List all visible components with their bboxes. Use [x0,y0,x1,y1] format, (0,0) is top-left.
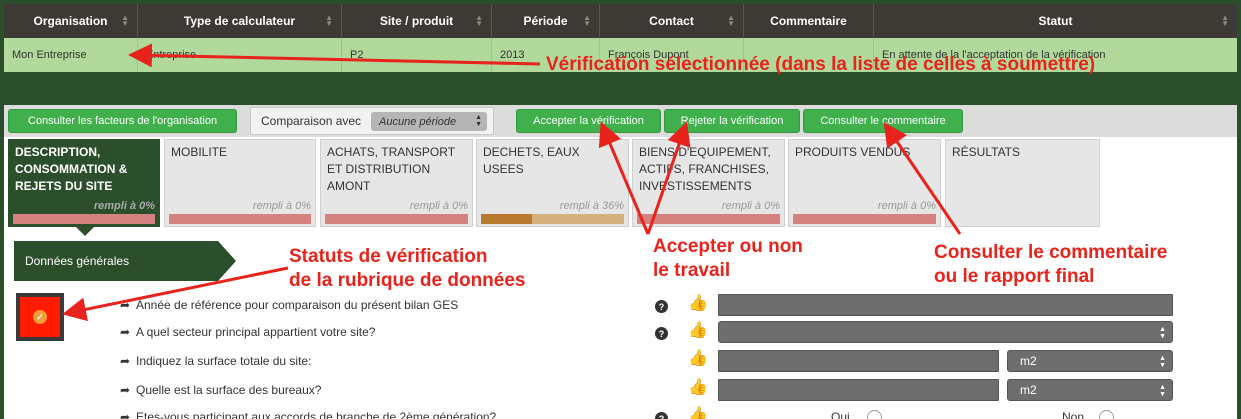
select-arrow-icon: ▲ ▼ [1159,384,1166,398]
question-5: ➦ Etes-vous participant aux accords de br… [120,410,496,419]
annotation-comment: Consulter le commentaire ou le rapport f… [934,242,1168,287]
progress-bar [325,214,468,224]
compare-label: Comparaison avec [261,114,362,128]
progress-fill [481,214,533,224]
sort-icon[interactable]: ▲ ▼ [1221,14,1229,28]
sort-icon[interactable]: ▲ ▼ [727,14,735,28]
question-1: ➦ Année de référence pour comparaison du … [120,298,459,312]
compare-group: Comparaison avec Aucune période ▲ ▼ [250,107,494,135]
thumbs-up-icon[interactable]: 👍 [688,408,708,419]
category-mobilite[interactable]: MOBILITE rempli à 0% [164,139,316,227]
surface-bureaux-input[interactable] [718,379,999,401]
question-2: ➦ A quel secteur principal appartient vot… [120,325,376,339]
progress-bar [637,214,780,224]
surface-total-unit-select[interactable]: m2 ▲ ▼ [1007,350,1173,372]
radio-yes-label: Oui [831,410,850,419]
annotation-accept: Accepter ou non le travail [653,236,803,281]
separator-strip [0,72,1241,105]
progress-bar [481,214,624,224]
col-organisation[interactable]: Organisation ▲ ▼ [4,4,138,38]
surface-bureaux-unit-select[interactable]: m2 ▲ ▼ [1007,379,1173,401]
help-icon[interactable]: ? [655,327,668,340]
sector-select[interactable]: ▲ ▼ [718,321,1173,343]
category-resultats[interactable]: RÉSULTATS [945,139,1100,227]
thumbs-up-icon[interactable]: 👍 [688,296,708,312]
col-periode[interactable]: Période ▲ ▼ [492,4,600,38]
radio-no-label: Non [1062,410,1085,419]
cell-organisation: Mon Entreprise [4,38,138,72]
share-arrow-icon: ➦ [120,354,131,368]
category-biens[interactable]: BIENS D'EQUIPEMENT, ACTIFS, FRANCHISES, … [632,139,785,227]
share-arrow-icon: ➦ [120,325,131,339]
reject-verification-button[interactable]: Rejeter la vérification [664,109,800,133]
consult-comment-button[interactable]: Consulter le commentaire [803,109,963,133]
sort-icon[interactable]: ▲ ▼ [475,14,483,28]
consult-factors-button[interactable]: Consulter les facteurs de l'organisation [8,109,237,133]
thumbs-up-icon[interactable]: 👍 [688,351,708,367]
sort-icon[interactable]: ▲ ▼ [121,14,129,28]
col-site[interactable]: Site / produit ▲ ▼ [342,4,492,38]
col-statut[interactable]: Statut ▲ ▼ [874,4,1237,38]
progress-bar [13,214,155,224]
accept-verification-button[interactable]: Accepter la vérification [516,109,661,133]
table-header: Organisation ▲ ▼ Type de calculateur ▲ ▼ Sit… [4,4,1237,38]
annotation-selected: Vérification sélectionnée (dans la liste… [546,54,1096,75]
sort-icon[interactable]: ▲ ▼ [325,14,333,28]
select-arrow-icon: ▲ ▼ [475,114,482,128]
thumbs-up-icon[interactable]: 👍 [688,380,708,396]
category-produits[interactable]: PRODUITS VENDUS rempli à 0% [788,139,941,227]
select-arrow-icon: ▲ ▼ [1159,355,1166,369]
help-icon[interactable]: ? [655,300,668,313]
annotation-status: Statuts de vérification de la rubrique d… [289,246,526,291]
question-4: ➦ Quelle est la surface des bureaux? [120,383,322,397]
share-arrow-icon: ➦ [120,298,131,312]
active-tab-notch [76,227,94,236]
share-arrow-icon: ➦ [120,383,131,397]
progress-bar [793,214,936,224]
cell-site: P2 [342,38,492,72]
help-icon[interactable]: ? [655,412,668,419]
progress-bar [169,214,311,224]
surface-total-input[interactable] [718,350,999,372]
thumbs-up-icon[interactable]: 👍 [688,323,708,339]
section-tab-point [218,241,236,281]
sort-icon[interactable]: ▲ ▼ [583,14,591,28]
category-description[interactable]: DESCRIPTION, CONSOMMATION & REJETS DU SI… [8,139,160,227]
cell-type: Entreprise [138,38,342,72]
select-arrow-icon: ▲ ▼ [1159,326,1166,340]
col-commentaire[interactable]: Commentaire [744,4,874,38]
check-icon: ✓ [33,310,47,324]
question-3: ➦ Indiquez la surface totale du site: [120,354,312,368]
share-arrow-icon: ➦ [120,410,131,419]
col-contact[interactable]: Contact ▲ ▼ [600,4,744,38]
col-type[interactable]: Type de calculateur ▲ ▼ [138,4,342,38]
toolbar: Consulter les facteurs de l'organisation… [4,105,1237,137]
category-achats[interactable]: ACHATS, TRANSPORT ET DISTRIBUTION AMONT … [320,139,473,227]
section-tab[interactable]: Données générales [14,241,218,281]
category-dechets[interactable]: DECHETS, EAUX USEES rempli à 36% [476,139,629,227]
radio-yes[interactable] [867,410,882,419]
verification-status-box[interactable]: ✓ [16,293,64,341]
compare-period-select[interactable]: Aucune période ▲ ▼ [371,112,487,131]
year-input[interactable] [718,294,1173,316]
radio-no[interactable] [1099,410,1114,419]
